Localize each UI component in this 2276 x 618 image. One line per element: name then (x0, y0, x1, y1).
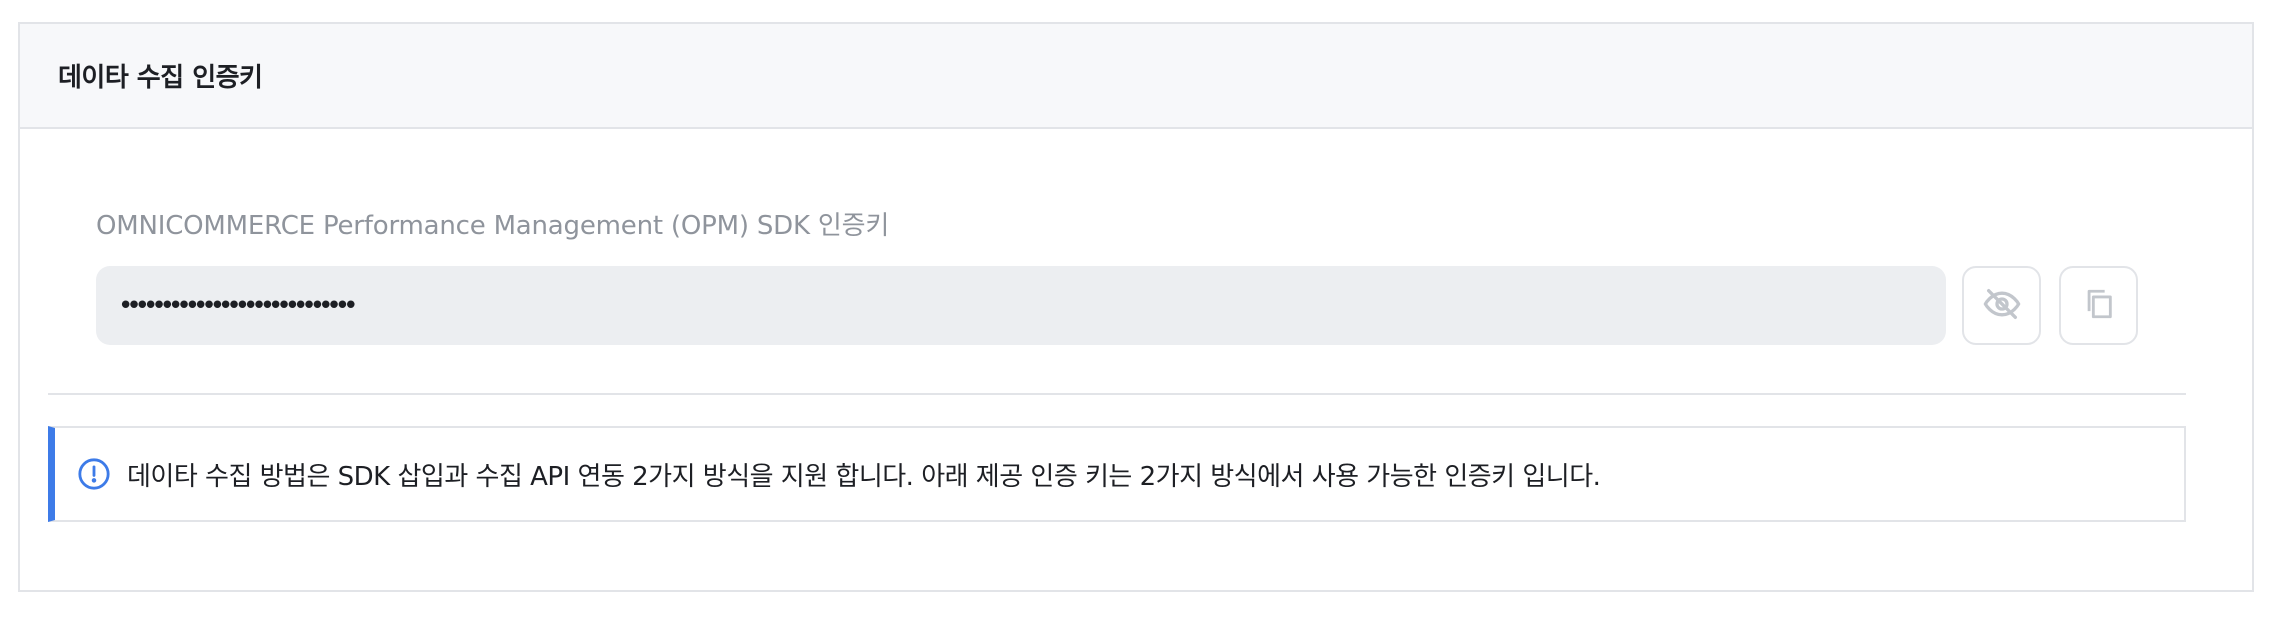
copy-icon (2082, 287, 2116, 325)
sdk-key-masked-value: •••••••••••••••••••••••••••• (118, 290, 358, 321)
sdk-key-label: OMNICOMMERCE Performance Management (OPM… (96, 211, 890, 241)
info-icon (77, 457, 111, 491)
section-divider (48, 393, 2186, 395)
card-header: 데이타 수집 인증키 (20, 24, 2252, 129)
eye-slash-icon (1982, 284, 2022, 328)
notice-text: 데이타 수집 방법은 SDK 삽입과 수집 API 연동 2가지 방식을 지원 … (127, 461, 1601, 492)
sdk-key-input[interactable]: •••••••••••••••••••••••••••• (96, 266, 1946, 345)
card-title: 데이타 수집 인증키 (58, 63, 263, 93)
info-notice: 데이타 수집 방법은 SDK 삽입과 수집 API 연동 2가지 방식을 지원 … (48, 426, 2186, 522)
copy-button[interactable] (2059, 266, 2138, 345)
toggle-visibility-button[interactable] (1962, 266, 2041, 345)
